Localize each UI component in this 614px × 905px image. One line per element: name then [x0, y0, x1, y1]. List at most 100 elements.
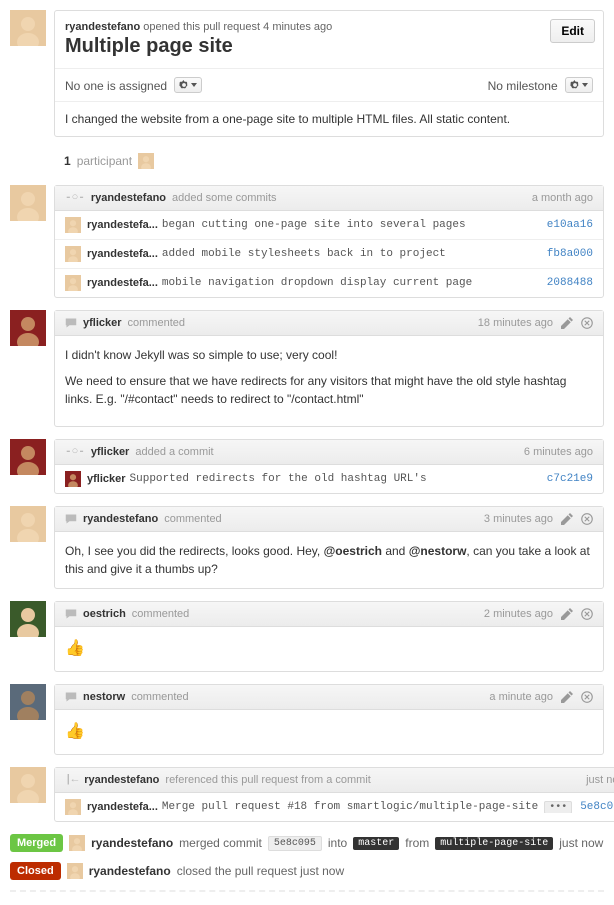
pr-opened-text: opened this pull request — [143, 21, 260, 33]
avatar[interactable] — [10, 10, 46, 46]
commit-message[interactable]: added mobile stylesheets back in to proj… — [162, 248, 539, 260]
avatar[interactable] — [10, 439, 46, 475]
comment-icon — [65, 317, 77, 329]
comment-time: a minute ago — [489, 691, 553, 703]
commit-user[interactable]: ryandestefa... — [87, 248, 158, 260]
milestone-text: No milestone — [488, 79, 558, 93]
commit-user[interactable]: yflicker — [87, 473, 126, 485]
comment-body: 👍 — [55, 627, 603, 671]
participant-avatar[interactable] — [138, 153, 154, 169]
ellipsis-icon[interactable]: ••• — [544, 801, 572, 813]
commits-box: -○- ryandestefano added some commits a mon… — [54, 185, 604, 298]
merged-target[interactable]: master — [353, 837, 399, 850]
avatar[interactable] — [65, 217, 81, 233]
commit-row: ryandestefa... began cutting one-page si… — [55, 211, 603, 239]
commit-row: yflicker Supported redirects for the old… — [55, 465, 603, 493]
commit-icon: -○- — [65, 446, 85, 458]
commit-icon: -○- — [65, 192, 85, 204]
avatar[interactable] — [10, 310, 46, 346]
close-icon[interactable] — [581, 691, 593, 703]
merged-author[interactable]: ryandestefano — [91, 836, 173, 850]
avatar[interactable] — [10, 767, 46, 803]
pr-author[interactable]: ryandestefano — [65, 21, 140, 33]
comment-box: yflickercommented 18 minutes ago I didn'… — [54, 310, 604, 427]
commits-author[interactable]: yflicker — [91, 446, 130, 458]
commit-user[interactable]: ryandestefa... — [87, 801, 158, 813]
pr-header-box: ryandestefano opened this pull request 4… — [54, 10, 604, 137]
merged-badge: Merged — [10, 834, 63, 852]
comment-author[interactable]: yflicker — [83, 317, 122, 329]
commits-box: -○-yflickeradded a commit 6 minutes ago … — [54, 439, 604, 494]
avatar[interactable] — [65, 471, 81, 487]
comment-body: 👍 — [55, 710, 603, 754]
avatar[interactable] — [69, 835, 85, 851]
pencil-icon[interactable] — [561, 317, 573, 329]
comment-author[interactable]: oestrich — [83, 608, 126, 620]
commits-time: 6 minutes ago — [524, 446, 593, 458]
closed-badge: Closed — [10, 862, 61, 880]
commit-message[interactable]: began cutting one-page site into several… — [162, 219, 539, 231]
commit-hash[interactable]: 5e8c095 — [580, 801, 614, 813]
commit-user[interactable]: ryandestefa... — [87, 277, 158, 289]
commits-time: just now — [586, 774, 614, 786]
close-icon[interactable] — [581, 513, 593, 525]
close-icon[interactable] — [581, 317, 593, 329]
closed-author[interactable]: ryandestefano — [89, 864, 171, 878]
commits-action: added some commits — [172, 192, 277, 204]
avatar[interactable] — [10, 506, 46, 542]
pencil-icon[interactable] — [561, 608, 573, 620]
commit-hash[interactable]: e10aa16 — [547, 219, 593, 231]
commit-row: ryandestefa... added mobile stylesheets … — [55, 239, 603, 268]
avatar[interactable] — [10, 684, 46, 720]
commits-action: added a commit — [135, 446, 213, 458]
merged-commit[interactable]: 5e8c095 — [268, 836, 322, 851]
commit-message[interactable]: Merge pull request #18 from smartlogic/m… — [162, 801, 572, 813]
merged-row: Merged ryandestefano merged commit 5e8c0… — [10, 834, 604, 852]
divider — [10, 890, 604, 892]
avatar[interactable] — [65, 799, 81, 815]
pr-title: Multiple page site — [55, 33, 342, 68]
comment-icon — [65, 608, 77, 620]
avatar[interactable] — [65, 246, 81, 262]
participants: 1 participant — [54, 149, 154, 173]
assignee-gear[interactable] — [174, 77, 202, 93]
comment-action: commented — [164, 513, 221, 525]
comment-box: oestrichcommented 2 minutes ago 👍 — [54, 601, 604, 672]
pencil-icon[interactable] — [561, 691, 573, 703]
commit-user[interactable]: ryandestefa... — [87, 219, 158, 231]
avatar[interactable] — [10, 601, 46, 637]
commits-action: referenced this pull request from a comm… — [165, 774, 370, 786]
comment-body: Oh, I see you did the redirects, looks g… — [55, 532, 603, 588]
pr-time-ago: 4 minutes ago — [263, 21, 332, 33]
comment-body: I didn't know Jekyll was so simple to us… — [55, 336, 603, 426]
avatar[interactable] — [67, 863, 83, 879]
avatar[interactable] — [10, 185, 46, 221]
comment-action: commented — [132, 608, 189, 620]
thumbs-up-icon: 👍 — [65, 723, 85, 740]
merged-source[interactable]: multiple-page-site — [435, 837, 553, 850]
edit-button[interactable]: Edit — [550, 19, 595, 43]
commits-time: a month ago — [532, 192, 593, 204]
milestone-gear[interactable] — [565, 77, 593, 93]
commit-row: ryandestefa... mobile navigation dropdow… — [55, 268, 603, 297]
commit-message[interactable]: mobile navigation dropdown display curre… — [162, 277, 539, 289]
pr-description: I changed the website from a one-page si… — [55, 101, 603, 136]
commit-hash[interactable]: c7c21e9 — [547, 473, 593, 485]
comment-time: 3 minutes ago — [484, 513, 553, 525]
thumbs-up-icon: 👍 — [65, 640, 85, 657]
commits-author[interactable]: ryandestefano — [84, 774, 159, 786]
pencil-icon[interactable] — [561, 513, 573, 525]
commit-hash[interactable]: 2088488 — [547, 277, 593, 289]
comment-author[interactable]: nestorw — [83, 691, 125, 703]
commit-message[interactable]: Supported redirects for the old hashtag … — [130, 473, 539, 485]
commits-author[interactable]: ryandestefano — [91, 192, 166, 204]
commits-box: |←ryandestefanoreferenced this pull requ… — [54, 767, 614, 822]
close-icon[interactable] — [581, 608, 593, 620]
comment-author[interactable]: ryandestefano — [83, 513, 158, 525]
comment-action: commented — [131, 691, 188, 703]
comment-box: nestorw commented a minute ago 👍 — [54, 684, 604, 755]
commit-hash[interactable]: fb8a000 — [547, 248, 593, 260]
avatar[interactable] — [65, 275, 81, 291]
comment-action: commented — [128, 317, 185, 329]
comment-box: ryandestefano commented 3 minutes ago Oh,… — [54, 506, 604, 589]
